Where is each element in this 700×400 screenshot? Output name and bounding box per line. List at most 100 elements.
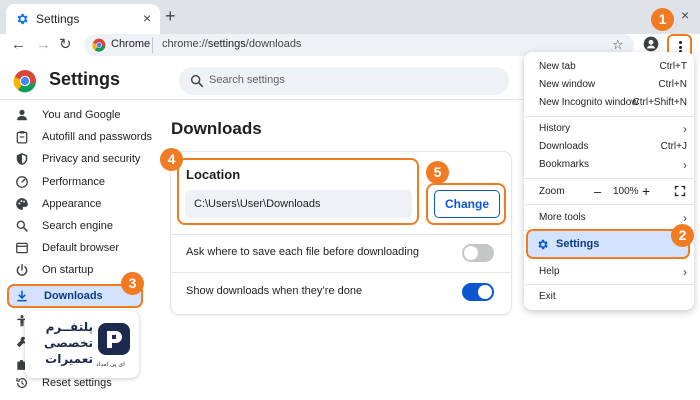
sidebar-item-privacy[interactable]: Privacy and security xyxy=(0,149,150,171)
tab-title: Settings xyxy=(36,12,80,26)
fullscreen-icon[interactable] xyxy=(674,185,686,197)
profile-icon[interactable] xyxy=(643,36,659,52)
change-location-button[interactable]: Change xyxy=(434,190,500,218)
url-text[interactable]: chrome://settings/downloads xyxy=(162,38,301,50)
ask-where-toggle[interactable] xyxy=(462,244,494,262)
bookmark-star-icon[interactable]: ☆ xyxy=(612,37,624,53)
menu-item-history[interactable]: History › xyxy=(524,122,694,138)
forward-icon[interactable]: → xyxy=(36,36,51,54)
menu-divider xyxy=(524,178,694,179)
toggle-knob xyxy=(464,246,478,260)
chrome-logo-icon xyxy=(13,70,36,93)
back-icon[interactable]: ← xyxy=(11,36,26,54)
menu-item-label: More tools xyxy=(539,212,586,223)
download-icon xyxy=(17,290,27,302)
new-tab-button[interactable]: + xyxy=(165,6,176,26)
zoom-in-button[interactable]: + xyxy=(642,183,650,199)
sidebar-item-search-engine[interactable]: Search engine xyxy=(0,216,150,238)
search-placeholder: Search settings xyxy=(209,74,285,86)
sidebar-item-label: Appearance xyxy=(42,198,102,210)
sidebar-item-label: On startup xyxy=(42,264,94,276)
step-badge-3: 3 xyxy=(121,272,144,295)
menu-item-downloads[interactable]: Downloads Ctrl+J xyxy=(524,140,694,156)
section-title: Downloads xyxy=(171,119,262,138)
sidebar-item-label: You and Google xyxy=(42,109,121,121)
reload-icon[interactable]: ↻ xyxy=(59,36,72,54)
menu-item-new-incognito[interactable]: New Incognito window Ctrl+Shift+N xyxy=(524,96,694,112)
menu-item-zoom: Zoom xyxy=(524,185,694,201)
chevron-right-icon: › xyxy=(683,265,687,279)
person-icon xyxy=(17,109,27,121)
menu-item-settings[interactable]: Settings xyxy=(526,229,690,259)
menu-item-help[interactable]: Help › xyxy=(524,265,694,281)
menu-item-label: Settings xyxy=(556,238,600,250)
search-icon xyxy=(190,74,204,88)
brand-logo-icon xyxy=(98,323,130,355)
step-badge-1: 1 xyxy=(651,8,674,31)
sidebar-item-default-browser[interactable]: Default browser xyxy=(0,238,150,260)
power-icon xyxy=(16,264,28,276)
chrome-logo-icon xyxy=(92,38,106,52)
address-separator xyxy=(152,37,153,53)
sidebar-item-label: Downloads xyxy=(44,290,103,302)
sidebar-item-label: Default browser xyxy=(42,242,120,254)
download-location-field: C:\Users\User\Downloads xyxy=(185,190,412,218)
sidebar-item-label: Privacy and security xyxy=(42,153,141,165)
menu-item-exit[interactable]: Exit xyxy=(524,290,694,306)
show-downloads-toggle[interactable] xyxy=(462,283,494,301)
sidebar-item-you-and-google[interactable]: You and Google xyxy=(0,105,150,127)
menu-item-label: Exit xyxy=(539,291,556,302)
zoom-out-button[interactable]: – xyxy=(594,184,601,199)
show-downloads-label: Show downloads when they’re done xyxy=(186,285,363,297)
menu-item-label: New Incognito window xyxy=(539,97,639,108)
header-divider xyxy=(0,99,525,100)
speedometer-icon xyxy=(16,176,28,188)
row-divider xyxy=(171,272,511,273)
ask-where-label: Ask where to save each file before downl… xyxy=(186,246,419,258)
menu-item-label: Bookmarks xyxy=(539,159,590,170)
sidebar-item-appearance[interactable]: Appearance xyxy=(0,194,150,216)
menu-shortcut: Ctrl+J xyxy=(660,141,687,152)
menu-item-more-tools[interactable]: More tools › xyxy=(524,211,694,227)
search-icon xyxy=(16,220,28,232)
reset-icon xyxy=(16,377,28,389)
clipboard-icon xyxy=(16,131,28,144)
chrome-menu: New tab Ctrl+T New window Ctrl+N New Inc… xyxy=(524,52,694,310)
location-label: Location xyxy=(186,167,241,182)
kebab-dot xyxy=(678,41,682,44)
tab-settings[interactable]: Settings × xyxy=(6,4,160,34)
menu-shortcut: Ctrl+T xyxy=(659,61,688,72)
download-location-value: C:\Users\User\Downloads xyxy=(194,198,321,210)
logo-line-3: تعمیرات xyxy=(45,352,93,366)
menu-item-new-tab[interactable]: New tab Ctrl+T xyxy=(524,60,694,76)
site-chip[interactable]: Chrome xyxy=(111,38,150,50)
sidebar-item-performance[interactable]: Performance xyxy=(0,172,150,194)
menu-divider xyxy=(524,284,694,285)
menu-item-bookmarks[interactable]: Bookmarks › xyxy=(524,158,694,174)
browser-icon xyxy=(16,242,28,254)
menu-shortcut: Ctrl+N xyxy=(658,79,687,90)
sidebar-item-label: Search engine xyxy=(42,220,113,232)
sidebar-item-label: Performance xyxy=(42,176,105,188)
menu-shortcut: Ctrl+Shift+N xyxy=(632,97,687,108)
tab-close-icon[interactable]: × xyxy=(143,10,151,26)
search-settings-input[interactable]: Search settings xyxy=(179,67,509,95)
shield-icon xyxy=(16,153,28,165)
logo-line-2: تخصصی xyxy=(44,336,93,350)
chevron-right-icon: › xyxy=(683,158,687,172)
kebab-dot xyxy=(678,45,682,49)
palette-icon xyxy=(16,198,28,210)
step-badge-4: 4 xyxy=(160,148,183,171)
window-close-icon[interactable]: × xyxy=(681,7,689,23)
menu-item-label: New tab xyxy=(539,61,576,72)
tab-strip: Settings × + × xyxy=(0,0,700,34)
logo-brand-text: ای پی امداد xyxy=(96,362,125,368)
zoom-level: 100% xyxy=(613,186,639,197)
gear-icon xyxy=(538,239,548,250)
menu-divider xyxy=(524,204,694,205)
menu-item-new-window[interactable]: New window Ctrl+N xyxy=(524,78,694,94)
menu-item-label: Downloads xyxy=(539,141,589,152)
toggle-knob xyxy=(478,285,492,299)
logo-line-1: پلتفــرم xyxy=(45,320,93,334)
sidebar-item-autofill[interactable]: Autofill and passwords xyxy=(0,127,152,149)
